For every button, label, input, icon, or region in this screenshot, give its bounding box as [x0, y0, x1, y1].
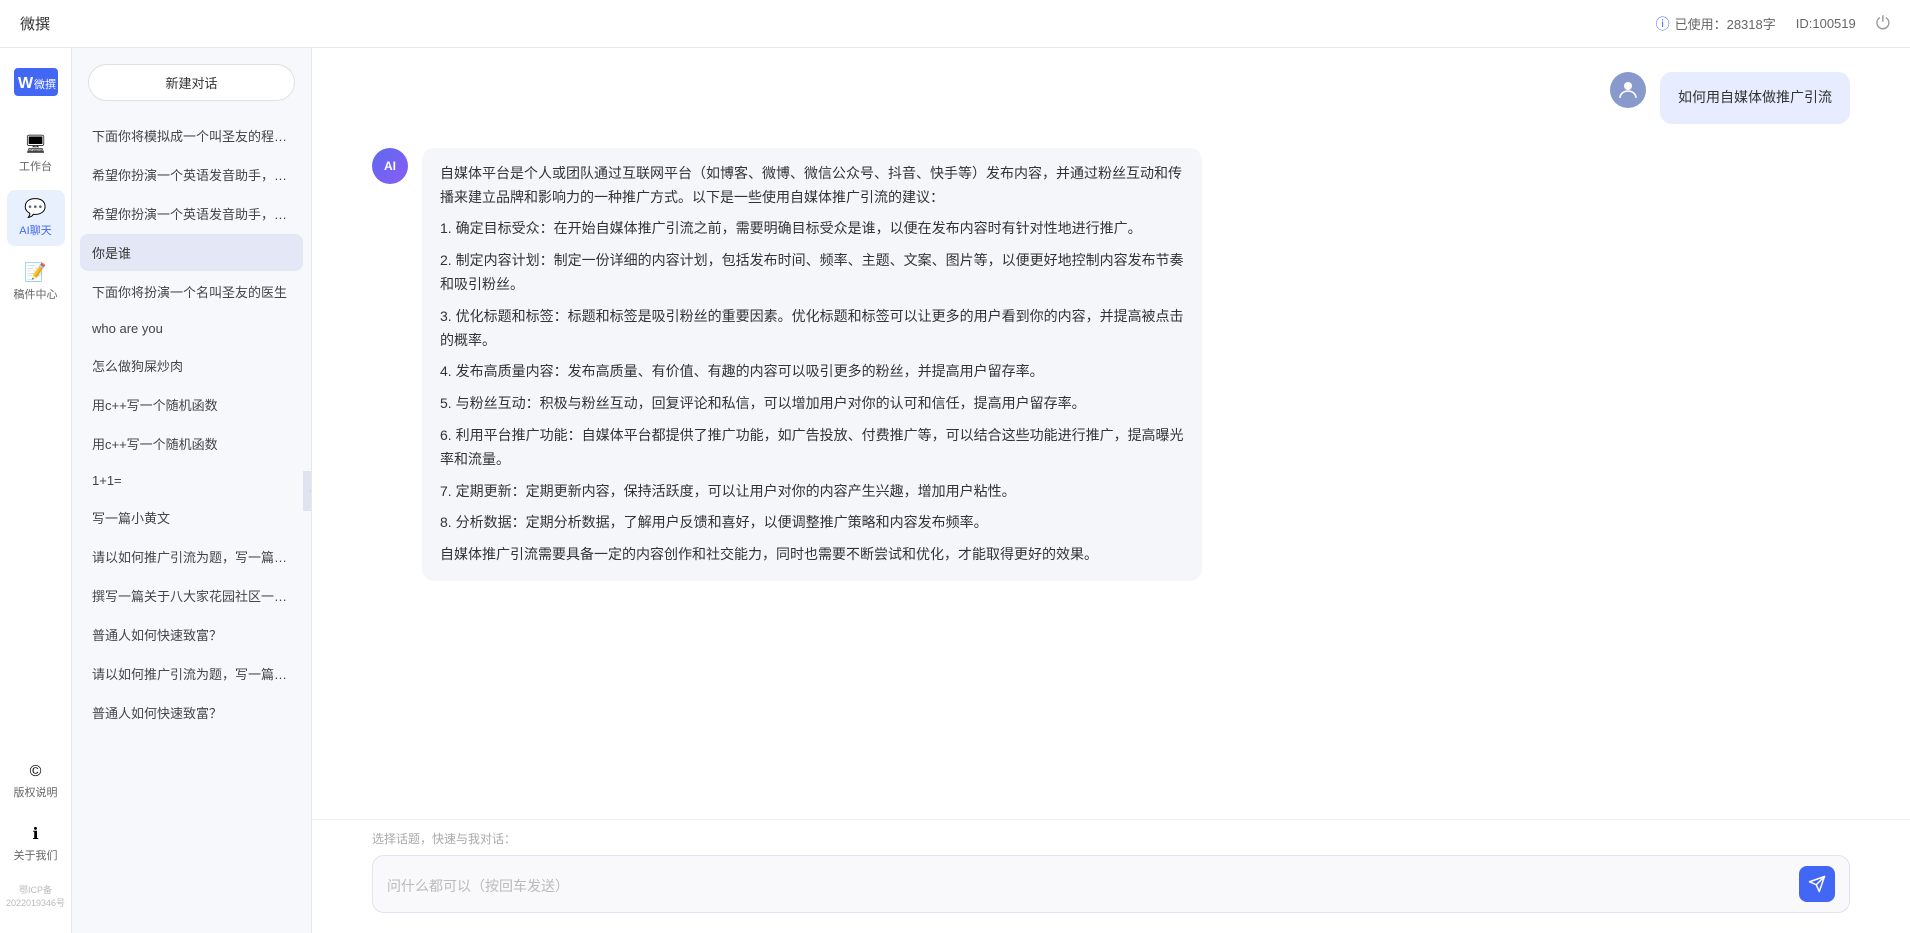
conversation-item[interactable]: 下面你将模拟成一个叫圣友的程序员，我说... [80, 117, 303, 154]
svg-text:W: W [18, 75, 34, 92]
chat-area: 如何用自媒体做推广引流 AI 自媒体平台是个人或团队通过互联网平台（如博客、微博、微… [312, 48, 1910, 933]
icp-text: 鄂ICP备2022019346号 [0, 879, 71, 913]
topbar-id: ID:100519 [1796, 16, 1856, 31]
topbar-title: 微撰 [20, 13, 50, 34]
message-paragraph: 6. 利用平台推广功能：自媒体平台都提供了推广功能，如广告投放、付费推广等，可以… [440, 424, 1184, 472]
drafts-label: 稿件中心 [14, 286, 58, 302]
message-paragraph: 自媒体推广引流需要具备一定的内容创作和社交能力，同时也需要不断尝试和优化，才能取… [440, 543, 1184, 567]
nav-bottom: © 版权说明 ℹ 关于我们 鄂ICP备2022019346号 [0, 755, 71, 913]
conversation-item[interactable]: 你是谁 [80, 234, 303, 271]
conversation-item[interactable]: 普通人如何快速致富？ [80, 616, 303, 653]
quick-topics-label: 选择话题，快速与我对话： [372, 830, 1850, 847]
message-paragraph: 1. 确定目标受众：在开始自媒体推广引流之前，需要明确目标受众是谁，以便在发布内… [440, 217, 1184, 241]
input-box [372, 855, 1850, 913]
main-layout: W 微撰 🖥 工作台 💬 AI聊天 📝 稿件中心 © 版权说明 [0, 48, 1910, 933]
power-icon[interactable]: ⏻ [1876, 13, 1890, 34]
message-paragraph: 8. 分析数据：定期分析数据，了解用户反馈和喜好，以便调整推广策略和内容发布频率… [440, 511, 1184, 535]
usage-text: 已使用：28318字 [1675, 14, 1776, 33]
drafts-icon: 📝 [24, 262, 46, 283]
usage-icon: ⓘ [1656, 14, 1670, 34]
conversation-item[interactable]: 用c++写一个随机函数 [80, 425, 303, 462]
input-area: 选择话题，快速与我对话： [312, 819, 1910, 933]
message-paragraph: 自媒体平台是个人或团队通过互联网平台（如博客、微博、微信公众号、抖音、快手等）发… [440, 162, 1184, 210]
nav-items: 🖥 工作台 💬 AI聊天 📝 稿件中心 [0, 126, 71, 310]
conversation-item[interactable]: who are you [80, 312, 303, 345]
about-label: 关于我们 [14, 847, 58, 863]
chat-messages: 如何用自媒体做推广引流 AI 自媒体平台是个人或团队通过互联网平台（如博客、微博、微… [312, 48, 1910, 819]
topbar-right: ⓘ 已使用：28318字 ID:100519 ⏻ [1656, 13, 1890, 34]
svg-text:微撰: 微撰 [34, 77, 56, 91]
workbench-icon: 🖥 [24, 134, 47, 155]
sidebar-item-ai-chat[interactable]: 💬 AI聊天 [7, 190, 65, 246]
avatar: AI [372, 148, 408, 184]
conversation-item[interactable]: 希望你扮演一个英语发音助手，我提供给你... [80, 156, 303, 193]
send-button[interactable] [1799, 866, 1835, 902]
conversation-item[interactable]: 请以如何推广引流为题，写一篇大纲 [80, 538, 303, 575]
copyright-item[interactable]: © 版权说明 [7, 755, 65, 808]
ai-chat-icon: 💬 [24, 198, 46, 219]
ai-chat-label: AI聊天 [19, 222, 51, 238]
message-bubble: 自媒体平台是个人或团队通过互联网平台（如博客、微博、微信公众号、抖音、快手等）发… [422, 148, 1202, 581]
conversation-item[interactable]: 怎么做狗屎炒肉 [80, 347, 303, 384]
message-paragraph: 2. 制定内容计划：制定一份详细的内容计划，包括发布时间、频率、主题、文案、图片… [440, 249, 1184, 297]
message-bubble: 如何用自媒体做推广引流 [1660, 72, 1850, 124]
message-paragraph: 3. 优化标题和标签：标题和标签是吸引粉丝的重要因素。优化标题和标签可以让更多的… [440, 305, 1184, 353]
sidebar-collapse-btn[interactable]: ‹ [303, 471, 312, 511]
logo-area: W 微撰 [14, 68, 58, 96]
conversation-item[interactable]: 希望你扮演一个英语发音助手，我提供给你... [80, 195, 303, 232]
sidebar-item-drafts[interactable]: 📝 稿件中心 [7, 254, 65, 310]
about-item[interactable]: ℹ 关于我们 [7, 816, 65, 871]
conversation-item[interactable]: 撰写一篇关于八大家花园社区一刻钟便民生... [80, 577, 303, 614]
message-row: AI 自媒体平台是个人或团队通过互联网平台（如博客、微博、微信公众号、抖音、快手等… [372, 148, 1850, 581]
message-row: 如何用自媒体做推广引流 [372, 72, 1850, 124]
conversation-list: 下面你将模拟成一个叫圣友的程序员，我说...希望你扮演一个英语发音助手，我提供给… [72, 113, 311, 933]
workbench-label: 工作台 [19, 158, 52, 174]
conversation-item[interactable]: 写一篇小黄文 [80, 499, 303, 536]
conversation-item[interactable]: 普通人如何快速致富？ [80, 694, 303, 731]
topbar-usage: ⓘ 已使用：28318字 [1656, 14, 1776, 34]
copyright-icon: © [30, 763, 42, 781]
conversation-item[interactable]: 下面你将扮演一个名叫圣友的医生 [80, 273, 303, 310]
conversation-item[interactable]: 用c++写一个随机函数 [80, 386, 303, 423]
conversation-item[interactable]: 1+1= [80, 464, 303, 497]
left-nav: W 微撰 🖥 工作台 💬 AI聊天 📝 稿件中心 © 版权说明 [0, 48, 72, 933]
sidebar-header: 新建对话 [72, 48, 311, 113]
message-paragraph: 7. 定期更新：定期更新内容，保持活跃度，可以让用户对你的内容产生兴趣，增加用户… [440, 480, 1184, 504]
sidebar: 新建对话 下面你将模拟成一个叫圣友的程序员，我说...希望你扮演一个英语发音助手… [72, 48, 312, 933]
copyright-label: 版权说明 [14, 784, 58, 800]
about-icon: ℹ [32, 824, 38, 844]
topbar: 微撰 ⓘ 已使用：28318字 ID:100519 ⏻ [0, 0, 1910, 48]
message-paragraph: 5. 与粉丝互动：积极与粉丝互动，回复评论和私信，可以增加用户对你的认可和信任，… [440, 392, 1184, 416]
avatar [1610, 72, 1646, 108]
conversation-item[interactable]: 请以如何推广引流为题，写一篇大纲 [80, 655, 303, 692]
sidebar-item-workbench[interactable]: 🖥 工作台 [7, 126, 65, 182]
logo-icon: W 微撰 [14, 68, 58, 96]
new-chat-button[interactable]: 新建对话 [88, 64, 295, 101]
send-icon [1808, 875, 1826, 893]
chat-input[interactable] [387, 876, 1789, 892]
message-paragraph: 4. 发布高质量内容：发布高质量、有价值、有趣的内容可以吸引更多的粉丝，并提高用… [440, 360, 1184, 384]
